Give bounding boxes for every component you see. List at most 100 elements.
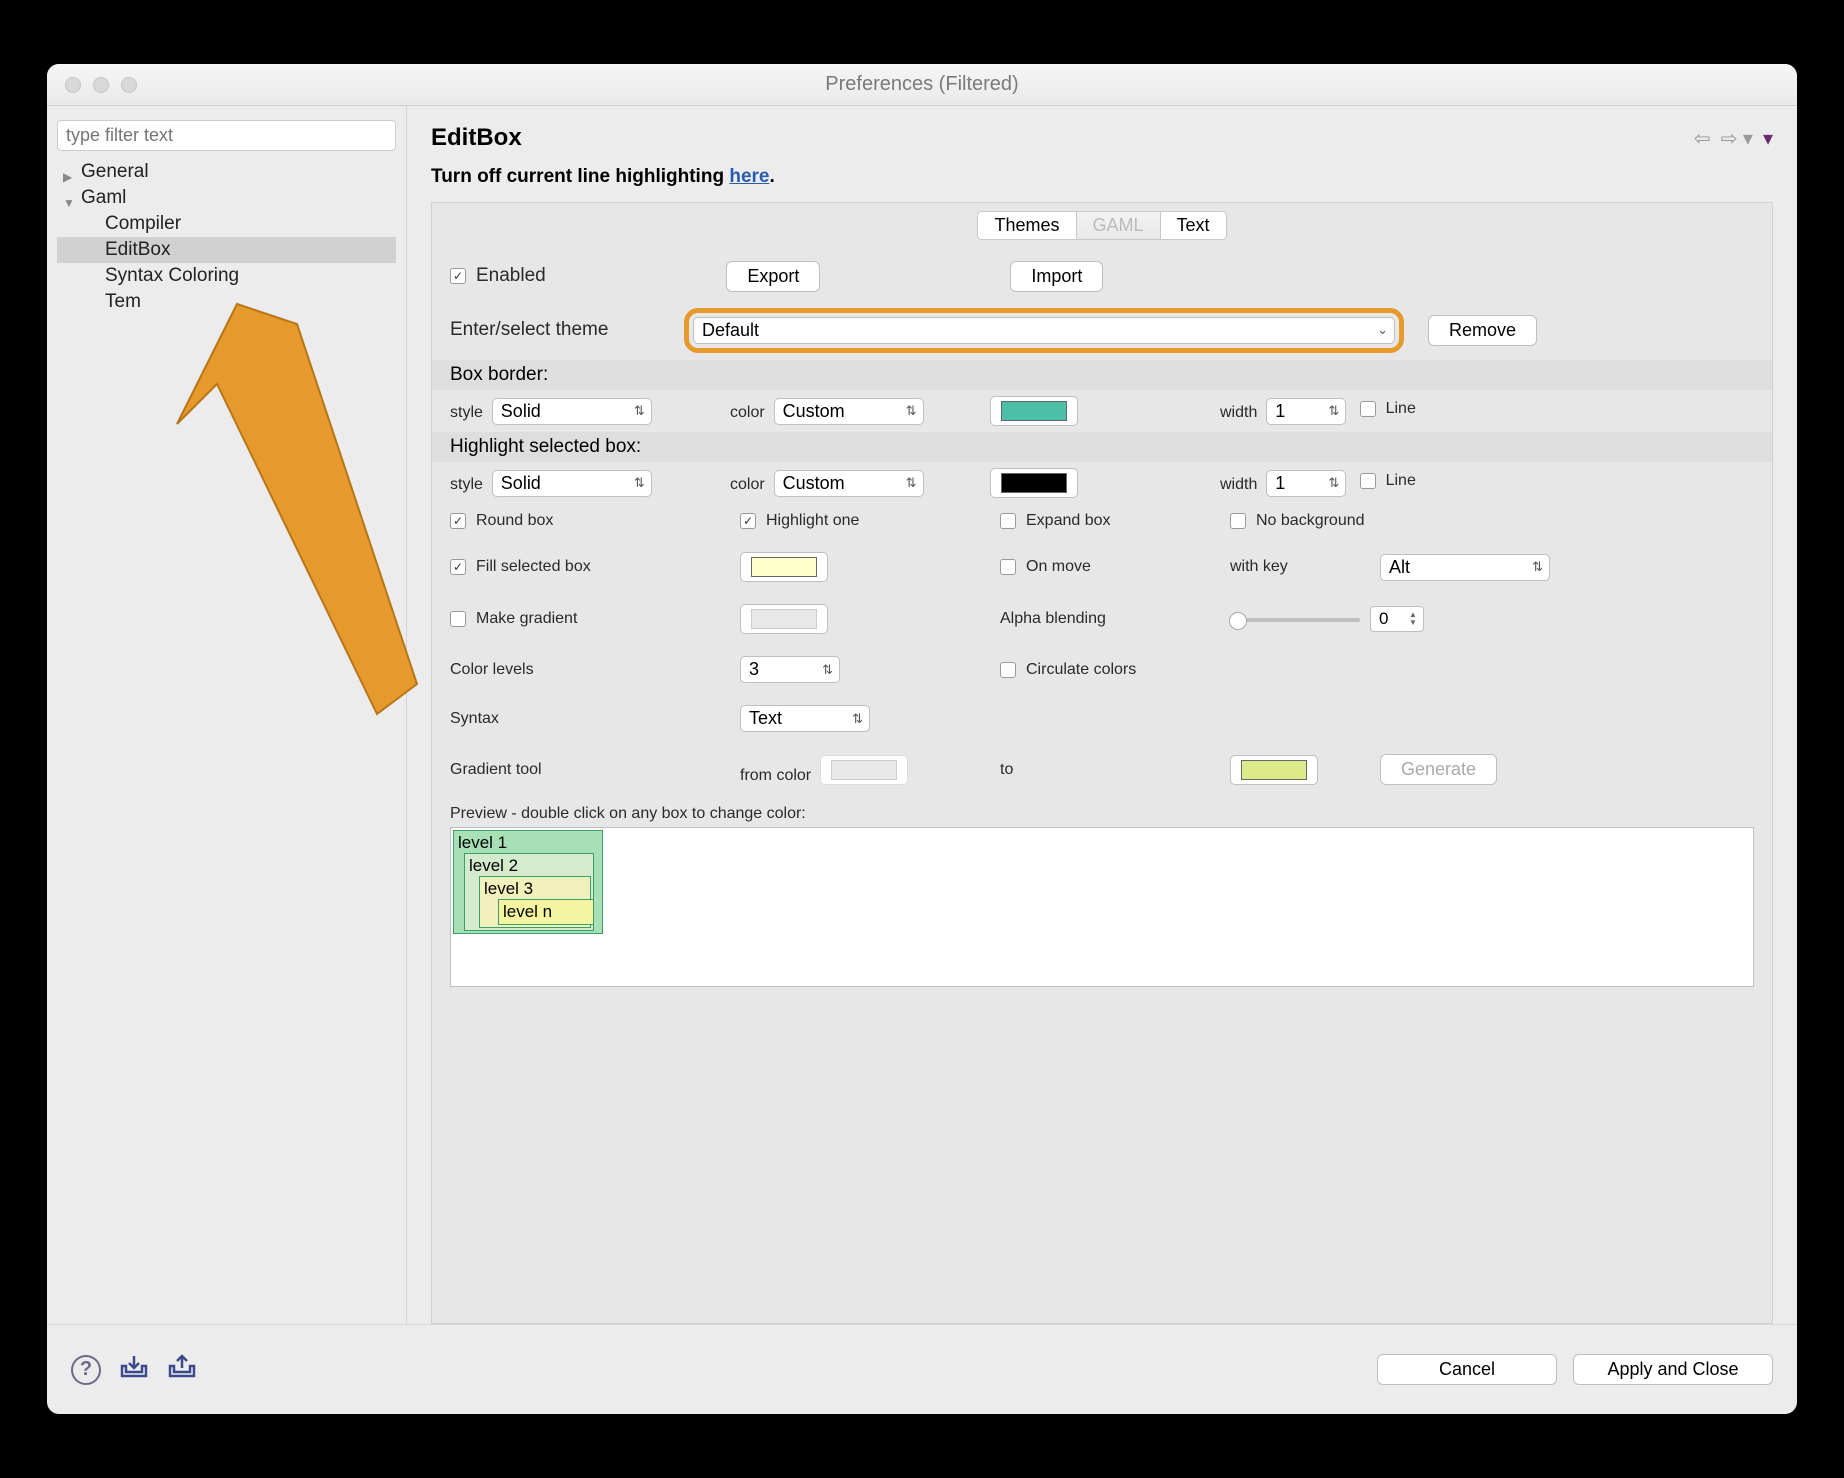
tab-text[interactable]: Text: [1161, 212, 1226, 239]
tree-item-compiler[interactable]: Compiler: [57, 211, 396, 237]
zoom-icon[interactable]: [121, 77, 137, 93]
sidebar: General Gaml Compiler EditBox Syntax Col…: [47, 106, 407, 1324]
combo-value: Text: [749, 708, 782, 729]
combo-value: Custom: [783, 473, 845, 494]
tab-themes[interactable]: Themes: [978, 212, 1076, 239]
fill-selected-checkbox[interactable]: Fill selected box: [450, 558, 740, 576]
preview-level-1[interactable]: level 1 level 2 level 3 level n: [453, 830, 603, 934]
with-key-combo[interactable]: Alt⇅: [1380, 554, 1550, 581]
page-title: EditBox: [431, 124, 522, 152]
border-color-combo[interactable]: Custom⇅: [774, 398, 924, 425]
circulate-checkbox[interactable]: Circulate colors: [1000, 661, 1550, 679]
pv-label: level 1: [458, 833, 507, 852]
tree-item-templates[interactable]: Tem: [57, 289, 396, 315]
opt-label: Circulate colors: [1026, 661, 1136, 679]
color-levels-label: Color levels: [450, 661, 740, 679]
enabled-label: Enabled: [476, 265, 546, 287]
color-label: color: [730, 404, 765, 421]
forward-icon[interactable]: ⇨ ▾: [1721, 126, 1753, 151]
with-key-label: with key: [1230, 558, 1380, 576]
pv-label: level 2: [469, 856, 518, 875]
tree-item-general[interactable]: General: [57, 159, 396, 185]
hint-link[interactable]: here: [729, 166, 769, 187]
footer: ? Cancel Apply and Close: [47, 1324, 1797, 1414]
page-nav: ⇦ ⇨ ▾ ▾: [1694, 126, 1773, 151]
border-width-combo[interactable]: 1⇅: [1266, 398, 1346, 425]
syntax-label: Syntax: [450, 710, 740, 728]
to-color-swatch[interactable]: [1230, 755, 1318, 785]
preference-tree: General Gaml Compiler EditBox Syntax Col…: [57, 159, 396, 315]
border-color-swatch[interactable]: [990, 396, 1078, 426]
section-highlight-box: Highlight selected box:: [432, 432, 1772, 462]
hl-width-combo[interactable]: 1⇅: [1266, 470, 1346, 497]
combo-value: 1: [1275, 401, 1285, 422]
combo-value: Solid: [501, 401, 541, 422]
import-button[interactable]: Import: [1010, 261, 1103, 292]
back-icon[interactable]: ⇦: [1694, 126, 1711, 151]
style-label: style: [450, 476, 483, 493]
opt-label: Fill selected box: [476, 558, 591, 576]
alpha-slider[interactable]: [1230, 618, 1360, 622]
hl-line-checkbox[interactable]: Line: [1360, 472, 1416, 490]
hl-color-swatch[interactable]: [990, 468, 1078, 498]
on-move-checkbox[interactable]: On move: [1000, 558, 1230, 576]
make-gradient-checkbox[interactable]: Make gradient: [450, 610, 740, 628]
from-color-swatch[interactable]: [820, 755, 908, 785]
theme-highlight: Default⌄: [684, 308, 1404, 353]
apply-close-button[interactable]: Apply and Close: [1573, 1354, 1773, 1385]
theme-label: Enter/select theme: [450, 319, 660, 341]
enabled-checkbox[interactable]: Enabled: [450, 265, 546, 287]
cancel-button[interactable]: Cancel: [1377, 1354, 1557, 1385]
import-prefs-icon[interactable]: [119, 1353, 149, 1386]
border-style-combo[interactable]: Solid⇅: [492, 398, 652, 425]
opt-label: Make gradient: [476, 610, 577, 628]
syntax-combo[interactable]: Text⇅: [740, 705, 870, 732]
minimize-icon[interactable]: [93, 77, 109, 93]
help-icon[interactable]: ?: [71, 1355, 101, 1385]
preferences-window: Preferences (Filtered) General Gaml Comp…: [47, 64, 1797, 1414]
tab-gaml[interactable]: GAML: [1077, 212, 1161, 239]
opt-label: Expand box: [1026, 512, 1111, 530]
export-button[interactable]: Export: [726, 261, 820, 292]
hl-color-combo[interactable]: Custom⇅: [774, 470, 924, 497]
theme-combo[interactable]: Default⌄: [693, 317, 1395, 344]
tree-label: Gaml: [81, 187, 126, 209]
tree-label: Tem: [105, 291, 141, 313]
gradient-tool-label: Gradient tool: [450, 761, 740, 779]
preview-level-3[interactable]: level 3 level n: [479, 876, 591, 928]
fill-color-swatch[interactable]: [740, 552, 828, 582]
expand-box-checkbox[interactable]: Expand box: [1000, 512, 1230, 530]
tree-item-gaml[interactable]: Gaml: [57, 185, 396, 211]
generate-button[interactable]: Generate: [1380, 754, 1497, 785]
opt-label: No background: [1256, 512, 1365, 530]
chevron-down-icon: [63, 191, 77, 205]
hl-style-combo[interactable]: Solid⇅: [492, 470, 652, 497]
export-prefs-icon[interactable]: [167, 1353, 197, 1386]
hint-text: Turn off current line highlighting here.: [431, 166, 1773, 188]
menu-icon[interactable]: ▾: [1763, 126, 1773, 151]
preview-area[interactable]: level 1 level 2 level 3 level n: [450, 827, 1754, 987]
tree-label: EditBox: [105, 239, 170, 261]
color-label: color: [730, 476, 765, 493]
round-box-checkbox[interactable]: Round box: [450, 512, 740, 530]
preview-level-n[interactable]: level n: [498, 899, 594, 925]
combo-value: 3: [749, 659, 759, 680]
tab-group: Themes GAML Text: [977, 211, 1226, 240]
width-label: width: [1220, 404, 1257, 421]
tree-item-syntax-coloring[interactable]: Syntax Coloring: [57, 263, 396, 289]
no-background-checkbox[interactable]: No background: [1230, 512, 1550, 530]
alpha-value[interactable]: 0▲▼: [1370, 606, 1424, 632]
highlight-one-checkbox[interactable]: Highlight one: [740, 512, 1000, 530]
filter-input[interactable]: [57, 120, 396, 151]
color-levels-combo[interactable]: 3⇅: [740, 656, 840, 683]
close-icon[interactable]: [65, 77, 81, 93]
remove-button[interactable]: Remove: [1428, 315, 1537, 346]
main-panel: EditBox ⇦ ⇨ ▾ ▾ Turn off current line hi…: [407, 106, 1797, 1324]
preview-level-2[interactable]: level 2 level 3 level n: [464, 853, 594, 931]
tree-item-editbox[interactable]: EditBox: [57, 237, 396, 263]
to-label: to: [1000, 761, 1230, 779]
settings-panel: Themes GAML Text Enabled Export Import E…: [431, 202, 1773, 1324]
gradient-swatch[interactable]: [740, 604, 828, 634]
border-line-checkbox[interactable]: Line: [1360, 400, 1416, 418]
pv-label: level n: [503, 902, 552, 921]
